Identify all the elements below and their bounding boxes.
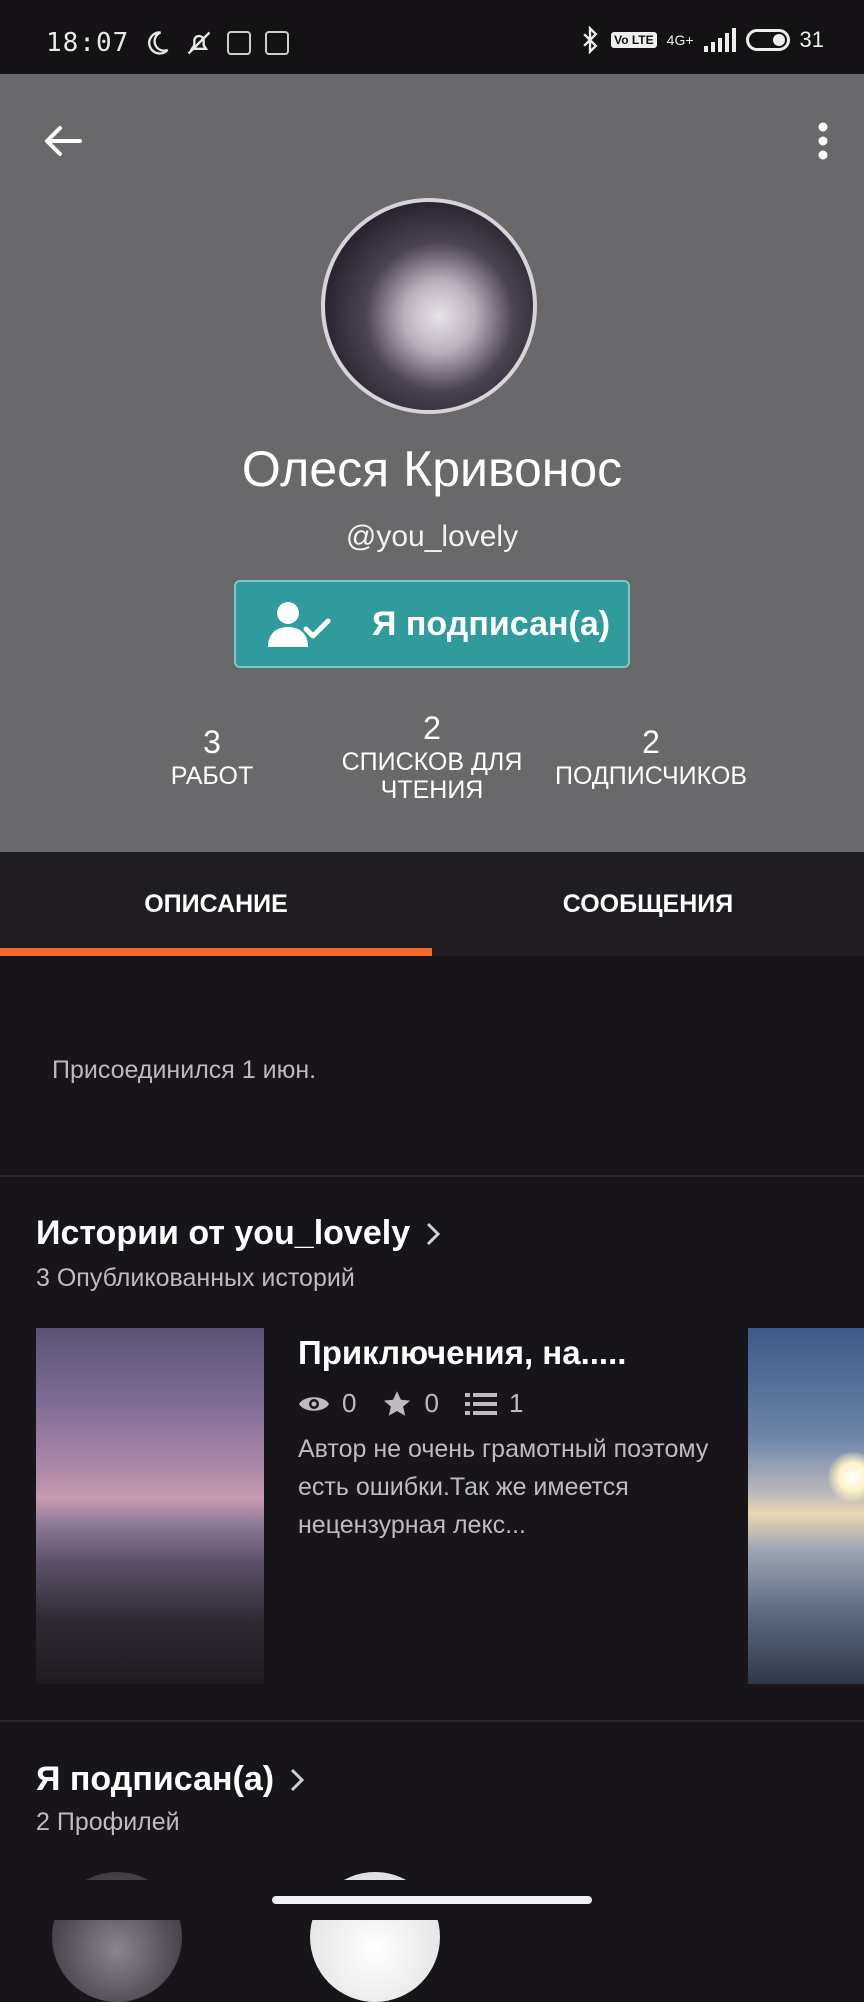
- following-button-label: Я подписан(а): [372, 604, 611, 643]
- votes-count: 0: [424, 1388, 439, 1418]
- star-icon: [384, 1390, 411, 1416]
- list-icon: [464, 1392, 497, 1415]
- tab-label: СООБЩЕНИЯ: [562, 889, 734, 918]
- divider: [0, 1720, 864, 1722]
- avatar[interactable]: [321, 198, 537, 414]
- app-notification-icon: [265, 31, 290, 55]
- battery-icon: [745, 29, 790, 51]
- views-stat: 0: [298, 1388, 356, 1419]
- parts-count: 1: [508, 1388, 524, 1418]
- tab-messages[interactable]: СООБЩЕНИЯ: [432, 852, 864, 956]
- signal-icon: [703, 28, 736, 52]
- stat-works[interactable]: 3 РАБОТ: [142, 722, 282, 790]
- following-button[interactable]: Я подписан(а): [234, 580, 630, 668]
- parts-stat: 1: [464, 1388, 524, 1419]
- status-bar-right: Vo LTE 4G+ 31: [579, 26, 824, 54]
- status-bar-left: 18:07: [46, 28, 290, 58]
- chevron-right-icon: [291, 1768, 305, 1791]
- following-section-title[interactable]: Я подписан(а): [36, 1760, 306, 1799]
- profile-handle: @you_lovely: [345, 520, 519, 553]
- eye-icon: [299, 1396, 329, 1411]
- arrow-left-icon[interactable]: [38, 116, 88, 166]
- story-stats: 0 0 1: [298, 1388, 549, 1419]
- following-count: 2 Профилей: [36, 1808, 180, 1836]
- stories-count: 3 Опубликованных историй: [36, 1264, 355, 1292]
- story-cover[interactable]: [36, 1328, 264, 1684]
- user-check-icon: [268, 602, 331, 647]
- story-description: Автор не очень грамотный поэтому есть ош…: [298, 1435, 709, 1539]
- chevron-right-icon: [427, 1222, 441, 1245]
- stat-label: ПОДПИСЧИКОВ: [555, 762, 747, 790]
- joined-date: Присоединился 1 июн.: [52, 1056, 317, 1084]
- story-cover[interactable]: [748, 1328, 864, 1684]
- stat-reading-lists[interactable]: 2 СПИСКОВ ДЛЯ ЧТЕНИЯ: [330, 708, 534, 804]
- battery-level: 31: [799, 27, 824, 52]
- sun-decoration: [828, 1452, 864, 1502]
- moon-icon: [148, 31, 169, 55]
- divider: [0, 1175, 864, 1177]
- status-time: 18:07: [46, 28, 130, 58]
- status-bar: 18:07 Vo LTE 4G+ 31: [0, 0, 864, 74]
- tab-about[interactable]: ОПИСАНИЕ: [0, 852, 432, 956]
- stat-label: СПИСКОВ ДЛЯ ЧТЕНИЯ: [341, 748, 523, 804]
- bluetooth-icon: [583, 26, 598, 54]
- more-vertical-icon[interactable]: [808, 116, 838, 166]
- profile-header: Олеся Кривонос @you_lovely Я подписан(а)…: [0, 74, 864, 852]
- home-indicator[interactable]: [272, 1896, 592, 1904]
- stat-value: 3: [203, 724, 221, 760]
- stories-section-title[interactable]: Истории от you_lovely: [36, 1214, 442, 1253]
- stat-value: 2: [642, 724, 660, 760]
- section-title-text: Истории от you_lovely: [36, 1214, 411, 1252]
- section-title-text: Я подписан(а): [36, 1760, 275, 1798]
- stat-value: 2: [423, 710, 441, 746]
- app-notification-icon: [227, 31, 252, 55]
- stat-followers[interactable]: 2 ПОДПИСЧИКОВ: [548, 722, 754, 790]
- votes-stat: 0: [382, 1388, 439, 1419]
- views-count: 0: [342, 1388, 357, 1418]
- tab-label: ОПИСАНИЕ: [144, 889, 288, 918]
- network-type: 4G+: [666, 32, 694, 48]
- volte-badge: Vo LTE: [611, 32, 657, 48]
- stat-label: РАБОТ: [170, 762, 254, 790]
- bell-off-icon: [187, 31, 211, 55]
- profile-name: Олеся Кривонос: [241, 441, 623, 497]
- profile-tabs: ОПИСАНИЕ СООБЩЕНИЯ: [0, 852, 864, 956]
- story-title[interactable]: Приключения, на.....: [298, 1334, 626, 1372]
